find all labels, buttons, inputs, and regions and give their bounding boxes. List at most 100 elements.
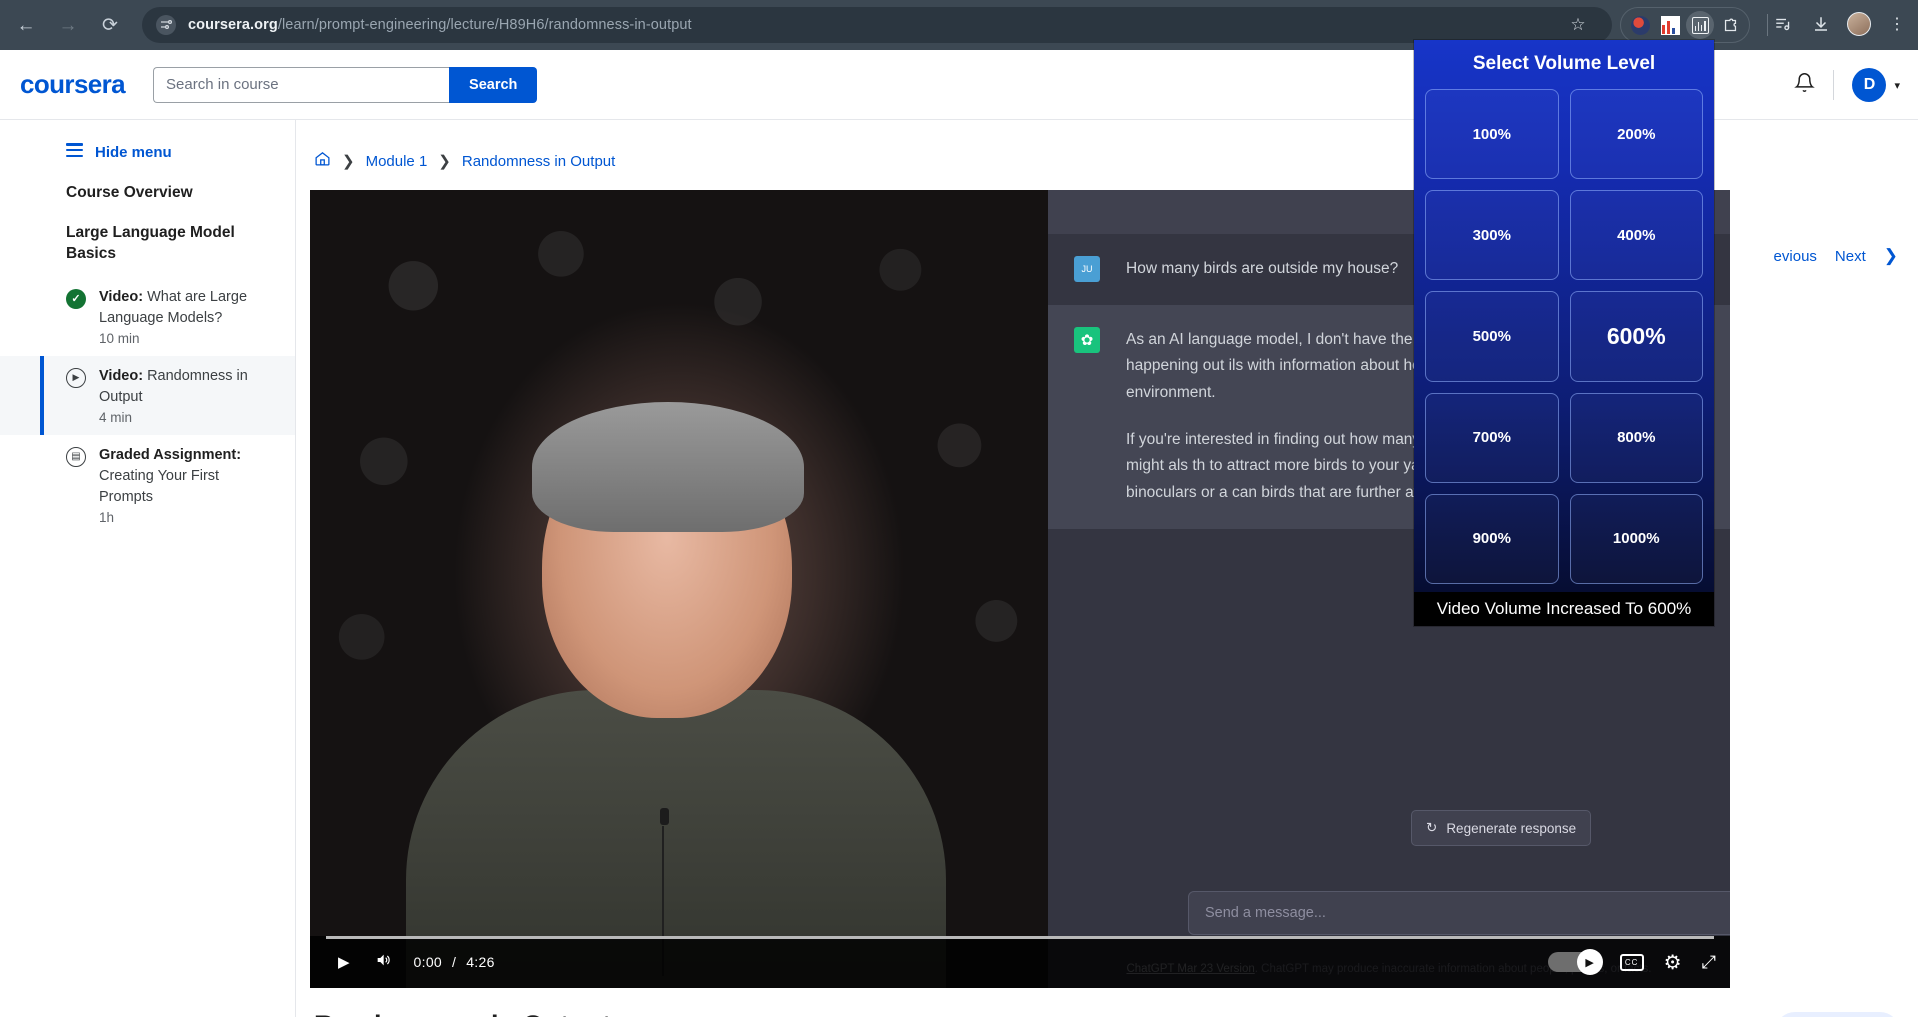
composer-placeholder: Send a message... [1205, 905, 1326, 921]
play-circle-icon: ▶ [66, 367, 86, 388]
next-button[interactable]: Next [1835, 248, 1866, 265]
search-input[interactable] [153, 66, 450, 103]
document-circle-icon: ▤ [66, 446, 86, 467]
extension-chart-icon[interactable] [1656, 11, 1684, 39]
fullscreen-icon[interactable]: ⤢ [1702, 952, 1716, 973]
regenerate-label: Regenerate response [1446, 820, 1577, 836]
video-controls-right: CC ⚙ ⤢ [1547, 949, 1716, 975]
speaker-hair [532, 402, 804, 532]
chevron-right-icon[interactable]: ❯ [1884, 246, 1898, 266]
volume-option-100[interactable]: 100% [1425, 89, 1559, 180]
video-progress-bar[interactable] [326, 936, 1714, 939]
forward-icon[interactable]: → [50, 7, 86, 43]
volume-option-700[interactable]: 700% [1425, 392, 1559, 483]
pager-controls: evious Next ❯ [1774, 246, 1898, 266]
volume-option-600[interactable]: 600% [1569, 291, 1703, 382]
media-list-icon[interactable] [1766, 7, 1800, 41]
browser-menu-icon[interactable]: ⋮ [1880, 7, 1914, 41]
settings-gear-icon[interactable]: ⚙ [1664, 950, 1682, 975]
browser-right-icons: ⋮ [1766, 7, 1914, 41]
lesson-duration: 10 min [99, 330, 140, 346]
sidebar-item-what-are-llms[interactable]: ✓ Video: What are Large Language Models?… [0, 277, 295, 356]
home-icon[interactable] [314, 150, 331, 172]
video-time-separator: / [452, 954, 457, 970]
breadcrumb-item-module-1[interactable]: Module 1 [366, 153, 428, 170]
url-path: /learn/prompt-engineering/lecture/H89H6/… [277, 17, 692, 33]
extensions-puzzle-icon[interactable] [1716, 11, 1744, 39]
sidebar-item-creating-your-first-prompts[interactable]: ▤ Graded Assignment: Creating Your First… [0, 435, 295, 535]
lesson-label: Video: Randomness in Output [99, 366, 277, 408]
coursera-logo[interactable]: coursera [20, 69, 126, 100]
volume-option-200[interactable]: 200% [1569, 89, 1703, 180]
url-text: coursera.org/learn/prompt-engineering/le… [188, 17, 692, 33]
hide-menu-button[interactable]: Hide menu [0, 140, 295, 164]
lecture-actions: Sa coach ◉◉ [1718, 1012, 1900, 1017]
coach-button[interactable]: coach ◉◉ [1775, 1012, 1900, 1017]
download-icon[interactable] [1804, 7, 1838, 41]
lesson-duration: 4 min [99, 409, 133, 425]
lesson-kind: Video: [99, 288, 144, 305]
back-icon[interactable]: ← [8, 7, 44, 43]
chat-message-input[interactable]: Send a message... [1188, 891, 1730, 935]
course-sidebar: Hide menu Course Overview Large Language… [0, 120, 296, 1017]
volume-option-800[interactable]: 800% [1569, 392, 1703, 483]
lesson-kind: Video: [99, 367, 144, 384]
check-circle-icon: ✓ [66, 288, 86, 309]
volume-option-500[interactable]: 500% [1425, 291, 1559, 382]
bookmark-star-icon[interactable]: ☆ [1560, 7, 1596, 43]
extension-analytics-icon[interactable] [1686, 11, 1714, 39]
hide-menu-label: Hide menu [95, 143, 172, 161]
lesson-kind: Graded Assignment: [99, 446, 242, 463]
video-controls-bar: ▶ 0:00 / 4:26 CC ⚙ ⤢ [310, 936, 1730, 988]
refresh-icon: ↻ [1426, 820, 1438, 835]
autoplay-toggle[interactable] [1547, 949, 1603, 975]
profile-avatar-icon[interactable] [1842, 7, 1876, 41]
regenerate-response-button[interactable]: ↻ Regenerate response [1411, 810, 1592, 846]
volume-option-300[interactable]: 300% [1425, 190, 1559, 281]
user-avatar-icon: JU [1074, 256, 1100, 282]
site-settings-icon[interactable] [156, 15, 176, 35]
lapel-mic-icon [660, 808, 669, 825]
play-icon[interactable]: ▶ [326, 953, 362, 971]
volume-toast-message: Video Volume Increased To 600% [1414, 592, 1714, 626]
extension-globe-icon[interactable] [1626, 11, 1654, 39]
search-button[interactable]: Search [449, 66, 538, 103]
header-right-actions: D ▾ [1776, 50, 1900, 120]
volume-icon[interactable] [362, 952, 404, 972]
volume-option-1000[interactable]: 1000% [1569, 493, 1703, 584]
breadcrumb-item-randomness-in-output[interactable]: Randomness in Output [462, 153, 615, 170]
page-title: Randomness in Output [314, 1010, 611, 1017]
lesson-duration: 1h [99, 509, 115, 525]
sidebar-item-course-overview[interactable]: Course Overview [0, 183, 295, 204]
extensions-group [1620, 7, 1750, 43]
lesson-label: Graded Assignment: Creating Your First P… [99, 445, 277, 508]
breadcrumb-separator: ❯ [438, 153, 451, 170]
video-current-time: 0:00 [413, 954, 442, 970]
sidebar-item-randomness-in-output[interactable]: ▶ Video: Randomness in Output 4 min [0, 355, 295, 435]
volume-overlay-title: Select Volume Level [1472, 53, 1656, 74]
volume-level-grid: 100% 200% 300% 400% 500% 600% 700% 800% … [1414, 89, 1714, 592]
url-domain: coursera.org [188, 17, 278, 33]
breadcrumb-separator: ❯ [342, 153, 355, 170]
header-divider [1833, 70, 1835, 100]
lesson-title: Creating Your First Prompts [99, 467, 220, 505]
volume-level-overlay: Select Volume Level 100% 200% 300% 400% … [1414, 40, 1714, 626]
hamburger-icon [66, 143, 83, 160]
reload-icon[interactable]: ⟳ [92, 7, 128, 43]
sidebar-module-title: Large Language Model Basics [66, 223, 235, 262]
address-bar[interactable]: coursera.org/learn/prompt-engineering/le… [142, 7, 1612, 43]
notifications-bell-icon[interactable] [1776, 72, 1833, 99]
video-duration: 4:26 [466, 954, 495, 970]
captions-icon[interactable]: CC [1619, 953, 1644, 971]
lesson-label: Video: What are Large Language Models? [99, 287, 277, 329]
gpt-logo-icon: ✿ [1074, 326, 1100, 353]
video-speaker-frame [310, 190, 1048, 988]
previous-button[interactable]: evious [1774, 248, 1817, 265]
chevron-down-icon[interactable]: ▾ [1894, 79, 1900, 92]
volume-option-400[interactable]: 400% [1569, 190, 1703, 281]
user-avatar[interactable]: D [1852, 68, 1887, 102]
browser-nav-buttons: ← → ⟳ [0, 7, 128, 43]
course-search: Search [153, 66, 538, 103]
volume-option-900[interactable]: 900% [1425, 493, 1559, 584]
lesson-list: ✓ Video: What are Large Language Models?… [0, 277, 295, 535]
